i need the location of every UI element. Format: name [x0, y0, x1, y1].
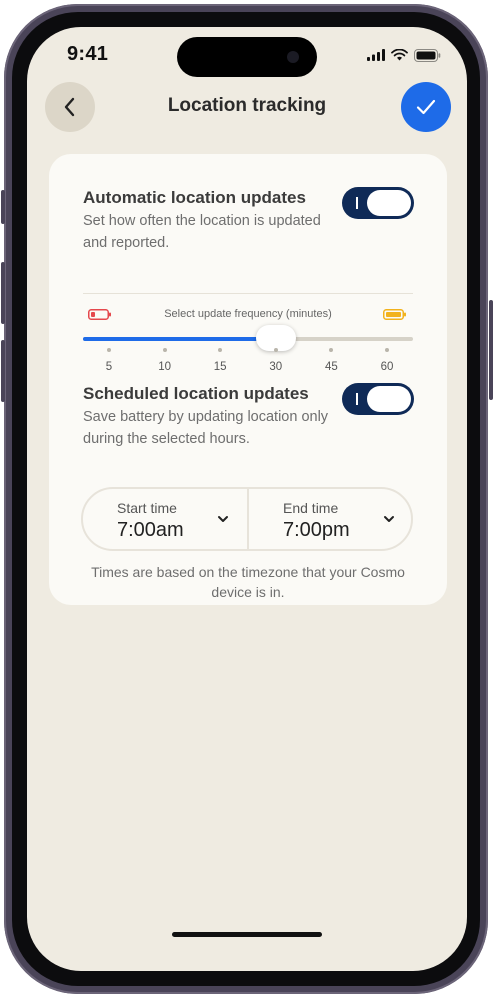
timezone-note: Times are based on the timezone that you…: [91, 564, 405, 600]
status-time: 9:41: [67, 43, 109, 65]
frequency-slider[interactable]: [83, 325, 413, 351]
scheduled-updates-description: Save battery by updating location only d…: [83, 409, 329, 447]
slider-tick-label: 60: [380, 361, 394, 373]
chevron-left-icon: [64, 97, 75, 117]
start-time-value: 7:00am: [117, 519, 184, 541]
toggle-knob: [367, 386, 411, 412]
slider-tick-label: 30: [269, 361, 283, 373]
chevron-down-icon: [218, 516, 228, 522]
front-camera: [287, 51, 299, 63]
slider-fill: [83, 337, 276, 341]
automatic-updates-title: Automatic location updates: [83, 188, 306, 207]
slider-tick-label: 10: [158, 361, 171, 373]
checkmark-icon: [416, 99, 436, 115]
slider-tick-label: 15: [213, 361, 227, 373]
slider-tick-dot: [385, 348, 389, 352]
scheduled-updates-toggle[interactable]: [342, 383, 414, 415]
action-button: [1, 190, 5, 224]
volume-down-button: [1, 340, 5, 402]
automatic-updates-toggle[interactable]: [342, 187, 414, 219]
scheduled-updates-title: Scheduled location updates: [83, 384, 309, 403]
wifi-icon: [391, 49, 408, 61]
slider-tick-label: 5: [105, 361, 113, 373]
divider: [83, 293, 413, 294]
start-time-label: Start time: [117, 500, 177, 516]
battery-full-icon: [383, 309, 406, 320]
toggle-on-indicator: [356, 393, 358, 405]
chevron-down-icon: [384, 516, 394, 522]
toggle-on-indicator: [356, 197, 358, 209]
slider-tick-dot: [273, 348, 278, 352]
start-time-select[interactable]: Start time 7:00am: [83, 489, 247, 549]
battery-icon: [414, 48, 441, 62]
confirm-button[interactable]: [401, 82, 451, 132]
home-indicator: [172, 932, 322, 937]
slider-tick-dot: [218, 348, 223, 352]
slider-tick-dot: [107, 348, 111, 352]
end-time-label: End time: [283, 500, 339, 516]
screen: 9:41 Location tracking Automatic locatio…: [27, 27, 467, 971]
page-title: Location tracking: [167, 95, 327, 116]
toggle-knob: [367, 190, 411, 216]
status-icons: [367, 47, 441, 63]
automatic-updates-description: Set how often the location is updated an…: [83, 213, 321, 251]
dynamic-island: [177, 37, 317, 77]
power-button: [489, 300, 493, 400]
cellular-signal-icon: [367, 49, 385, 61]
slider-tick-dot: [329, 348, 334, 352]
end-time-value: 7:00pm: [283, 519, 350, 541]
slider-tick-dot: [162, 348, 167, 352]
frequency-label: Select update frequency (minutes): [164, 308, 332, 320]
settings-card: Automatic location updates Set how often…: [49, 154, 447, 605]
schedule-time-picker: Start time 7:00am End time 7:00pm: [81, 487, 413, 551]
volume-up-button: [1, 262, 5, 324]
end-time-select[interactable]: End time 7:00pm: [249, 489, 413, 549]
slider-tick-label: 45: [324, 361, 338, 373]
back-button[interactable]: [45, 82, 95, 132]
